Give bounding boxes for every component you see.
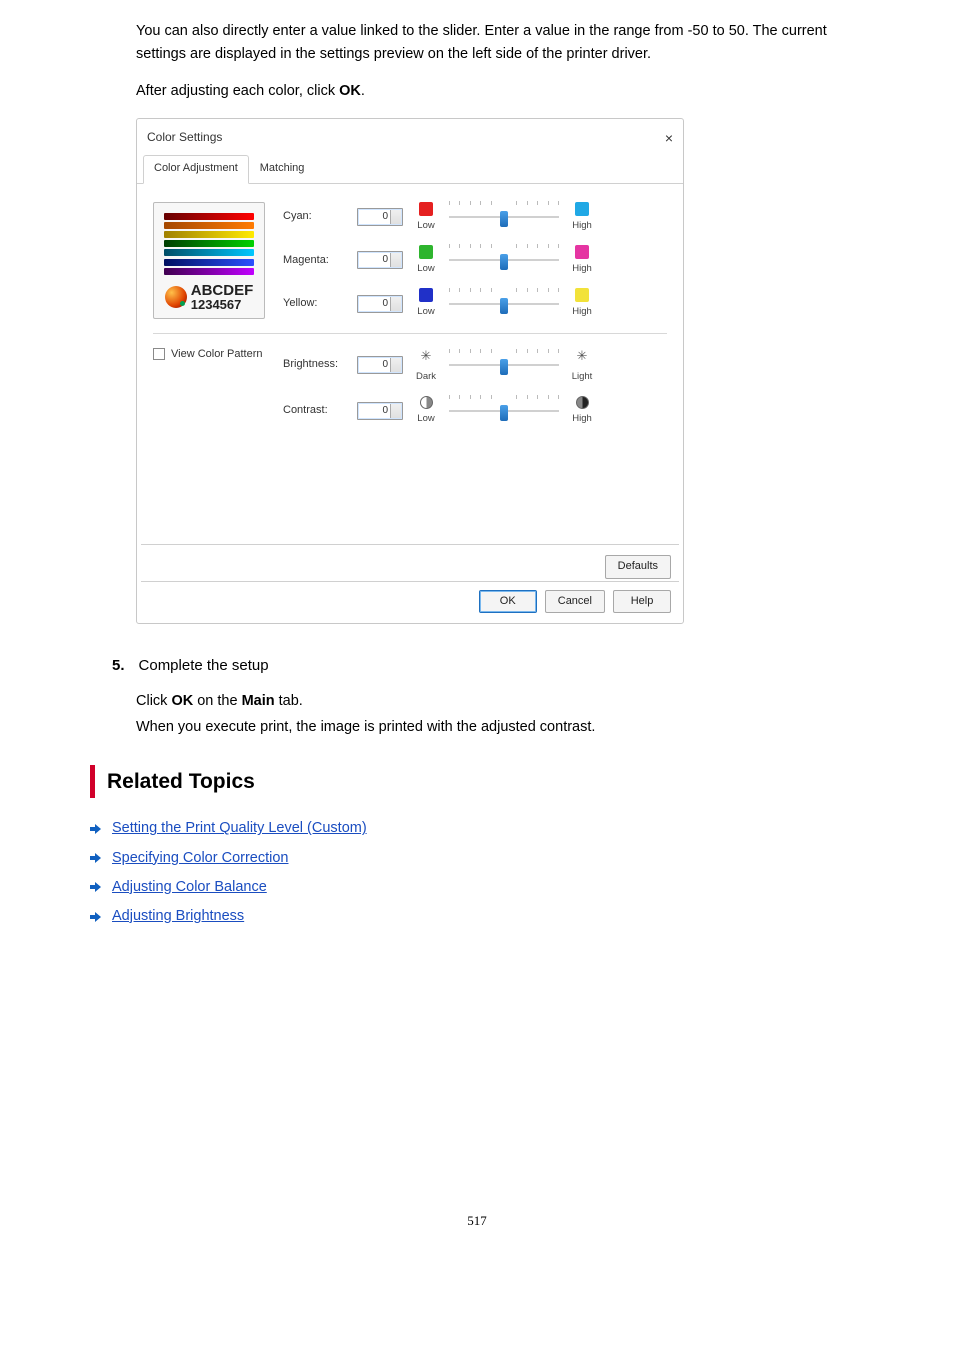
step-number: 5. [112, 654, 125, 678]
contrast-spinner[interactable]: 0 [357, 402, 403, 420]
yellow-low-swatch-icon [419, 288, 433, 302]
slider-thumb-icon[interactable] [500, 211, 508, 227]
slider-thumb-icon[interactable] [500, 298, 508, 314]
arrow-right-icon [90, 853, 102, 863]
color-settings-dialog: Color Settings × Color Adjustment Matchi… [136, 118, 684, 625]
step5-p1: Click OK on the Main tab. [136, 690, 864, 713]
step5-p1-b2: Main [242, 693, 275, 709]
brightness-spinner[interactable]: 0 [357, 356, 403, 374]
contrast-high-icon [576, 396, 589, 409]
intro-para-1: You can also directly enter a value link… [136, 20, 864, 66]
cyan-high-swatch-icon [575, 202, 589, 216]
dialog-tabs: Color Adjustment Matching [137, 155, 683, 184]
settings-preview: ABCDEF 1234567 [153, 202, 265, 320]
yellow-spinner[interactable]: 0 [357, 295, 403, 313]
yellow-high-swatch-icon [575, 288, 589, 302]
tab-matching[interactable]: Matching [249, 155, 316, 183]
yellow-label: Yellow: [283, 295, 347, 313]
yellow-row: Yellow: 0 Low [283, 288, 667, 319]
step5-p1-b1: OK [171, 693, 193, 709]
sample-text: ABCDEF 1234567 [191, 283, 254, 312]
magenta-spinner[interactable]: 0 [357, 251, 403, 269]
related-links-list: Setting the Print Quality Level (Custom)… [90, 814, 864, 931]
slider-thumb-icon[interactable] [500, 254, 508, 270]
arrow-right-icon [90, 912, 102, 922]
brightness-left-label: Dark [416, 369, 436, 384]
list-item: Specifying Color Correction [90, 844, 864, 873]
yellow-high-label: High [572, 304, 592, 319]
cancel-button[interactable]: Cancel [545, 590, 605, 614]
contrast-left-label: Low [417, 411, 434, 426]
step-title: Complete the setup [139, 654, 269, 678]
contrast-row: Contrast: 0 Low [283, 396, 667, 426]
cyan-low-swatch-icon [419, 202, 433, 216]
link-color-balance[interactable]: Adjusting Color Balance [112, 876, 267, 899]
view-color-pattern-checkbox[interactable]: View Color Pattern [153, 346, 265, 426]
contrast-slider[interactable] [449, 403, 559, 419]
magenta-high-swatch-icon [575, 245, 589, 259]
link-brightness[interactable]: Adjusting Brightness [112, 905, 244, 928]
intro-p2-bold: OK [339, 83, 361, 99]
magenta-row: Magenta: 0 Low [283, 245, 667, 276]
cyan-slider[interactable] [449, 209, 559, 225]
intro-p2-a: After adjusting each color, click [136, 83, 339, 99]
magenta-low-label: Low [417, 261, 434, 276]
link-print-quality[interactable]: Setting the Print Quality Level (Custom) [112, 817, 367, 840]
step5-p1-b: on the [193, 693, 241, 709]
magenta-label: Magenta: [283, 252, 347, 270]
cyan-row: Cyan: 0 Low [283, 202, 667, 233]
brightness-slider[interactable] [449, 357, 559, 373]
link-color-correction[interactable]: Specifying Color Correction [112, 847, 289, 870]
step-5: 5. Complete the setup [90, 654, 864, 678]
brightness-row: Brightness: 0 ✳ Dark [283, 346, 667, 384]
slider-thumb-icon[interactable] [500, 405, 508, 421]
checkbox-icon[interactable] [153, 348, 165, 360]
list-item: Adjusting Brightness [90, 902, 864, 931]
rainbow-icon [164, 213, 254, 275]
cyan-low-label: Low [417, 218, 434, 233]
list-item: Setting the Print Quality Level (Custom) [90, 814, 864, 843]
brightness-light-icon: ✳ [577, 346, 588, 367]
arrow-right-icon [90, 824, 102, 834]
close-icon[interactable]: × [665, 127, 673, 149]
intro-p2-b: . [361, 83, 365, 99]
arrow-right-icon [90, 882, 102, 892]
step5-p1-a: Click [136, 693, 171, 709]
brightness-label: Brightness: [283, 356, 347, 374]
ok-button[interactable]: OK [479, 590, 537, 614]
slider-thumb-icon[interactable] [500, 359, 508, 375]
magenta-low-swatch-icon [419, 245, 433, 259]
yellow-slider[interactable] [449, 296, 559, 312]
view-color-pattern-label: View Color Pattern [171, 346, 263, 364]
sample-line2: 1234567 [191, 298, 254, 312]
contrast-right-label: High [572, 411, 592, 426]
magenta-high-label: High [572, 261, 592, 276]
dialog-titlebar: Color Settings × [137, 119, 683, 153]
magenta-slider[interactable] [449, 252, 559, 268]
list-item: Adjusting Color Balance [90, 873, 864, 902]
yellow-low-label: Low [417, 304, 434, 319]
cyan-label: Cyan: [283, 208, 347, 226]
sample-ball-icon [165, 286, 187, 308]
defaults-button[interactable]: Defaults [605, 555, 671, 579]
related-topics-heading: Related Topics [107, 765, 864, 799]
cyan-spinner[interactable]: 0 [357, 208, 403, 226]
step5-p1-c: tab. [275, 693, 303, 709]
sample-line1: ABCDEF [191, 283, 254, 299]
dialog-title: Color Settings [147, 128, 222, 147]
related-topics-header: Related Topics [90, 765, 864, 799]
intro-para-2: After adjusting each color, click OK. [136, 80, 864, 103]
brightness-dark-icon: ✳ [421, 346, 432, 367]
step5-p2: When you execute print, the image is pri… [136, 716, 864, 739]
page-number: 517 [90, 1211, 864, 1262]
contrast-low-icon [420, 396, 433, 409]
contrast-label: Contrast: [283, 402, 347, 420]
cyan-high-label: High [572, 218, 592, 233]
tab-color-adjustment[interactable]: Color Adjustment [143, 155, 249, 184]
brightness-right-label: Light [572, 369, 593, 384]
help-button[interactable]: Help [613, 590, 671, 614]
